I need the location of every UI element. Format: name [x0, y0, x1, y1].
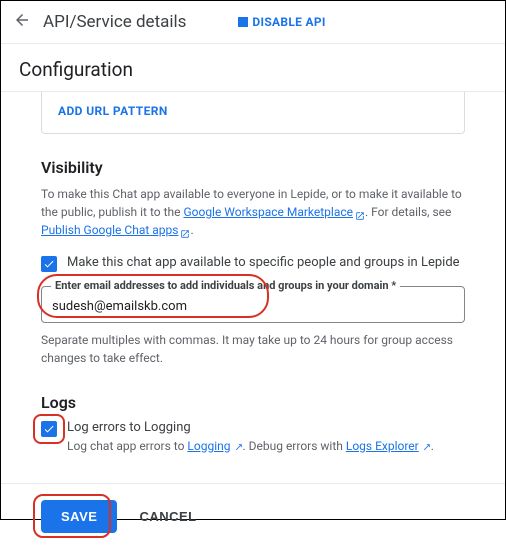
config-heading: Configuration	[1, 44, 505, 91]
logs-checkbox-label: Log errors to Logging	[67, 420, 191, 435]
logs-heading: Logs	[41, 393, 465, 412]
text: Log chat app errors to	[67, 439, 187, 453]
external-link-icon	[180, 226, 190, 236]
visibility-description: To make this Chat app available to every…	[41, 185, 465, 239]
email-help-text: Separate multiples with commas. It may t…	[41, 331, 465, 367]
cancel-button[interactable]: CANCEL	[139, 509, 196, 524]
marketplace-link[interactable]: Google Workspace Marketplace	[183, 205, 365, 219]
add-url-row: ADD URL PATTERN	[41, 92, 465, 134]
disable-api-button[interactable]: DISABLE API	[238, 15, 325, 29]
external-link-icon	[355, 208, 365, 218]
publish-apps-link[interactable]: Publish Google Chat apps	[41, 223, 190, 237]
visibility-checkbox-label: Make this chat app available to specific…	[67, 255, 460, 270]
check-icon	[43, 423, 55, 435]
logs-explorer-link[interactable]: Logs Explorer	[346, 439, 431, 453]
disable-api-label: DISABLE API	[252, 15, 325, 29]
stop-icon	[238, 17, 248, 27]
save-button[interactable]: SAVE	[41, 500, 117, 533]
external-link-icon	[233, 442, 243, 452]
text: .	[190, 223, 193, 237]
email-input-value: sudesh@emailskb.com	[52, 299, 187, 314]
email-field-label: Enter email addresses to add individuals…	[51, 279, 400, 292]
page-title: API/Service details	[43, 12, 186, 32]
visibility-heading: Visibility	[41, 158, 465, 177]
visibility-checkbox[interactable]	[41, 256, 57, 272]
external-link-icon	[421, 442, 431, 452]
logs-checkbox[interactable]	[41, 421, 57, 437]
back-arrow-icon[interactable]	[13, 11, 31, 33]
text: . Debug errors with	[243, 439, 346, 453]
text: .	[431, 439, 434, 453]
text: . For details, see	[365, 205, 451, 219]
check-icon	[43, 258, 55, 270]
logging-link[interactable]: Logging	[187, 439, 242, 453]
add-url-button[interactable]: ADD URL PATTERN	[58, 104, 168, 118]
logs-description: Log chat app errors to Logging. Debug er…	[67, 439, 465, 453]
divider	[1, 483, 505, 484]
